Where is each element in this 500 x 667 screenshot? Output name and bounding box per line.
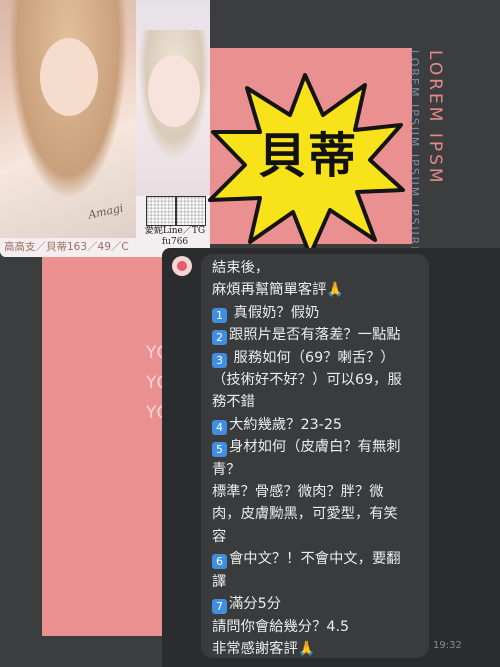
card-caption: 高高支／貝蒂163／49／C [0, 238, 136, 257]
sender-avatar[interactable] [172, 256, 192, 276]
heart-icon [177, 261, 187, 271]
message-line-text: 滿分5分 [229, 596, 281, 613]
message-line: 非常感謝客評🙏 [212, 638, 424, 660]
lorem-vertical-text: LOREM IPSM [425, 50, 445, 186]
message-line-text: 真假奶？假奶 [229, 304, 320, 321]
background-poster-lower [42, 244, 172, 636]
message-line: 容 [212, 526, 424, 548]
message-line: 肉，皮膚黝黑，可愛型，有笑 [212, 503, 424, 525]
contact-text: 愛妮Line／TG fu766 [144, 226, 206, 247]
message-line-text: 務不錯 [212, 394, 255, 411]
message-line: 4 大約幾歲？23-25 [212, 414, 424, 436]
profile-card[interactable]: Amagi 愛妮Line／TG fu766 高高支／貝蒂163／49／C [0, 0, 210, 257]
message-line: 5 身材如何（皮膚白？有無刺 [212, 436, 424, 458]
message-line: 3 服務如何（69？喇舌？） [212, 347, 424, 369]
message-line: 譯 [212, 571, 424, 593]
message-line-text: 容 [212, 528, 227, 545]
profile-photo-secondary [136, 0, 210, 196]
pray-emoji-icon: 🙏 [297, 640, 316, 657]
message-line-text: （技術好不好？）可以69，服 [212, 372, 402, 389]
number-badge-icon: 6 [212, 554, 227, 570]
number-badge-icon: 3 [212, 352, 227, 368]
message-line-text: 標準？骨感？微肉？胖？微 [212, 484, 384, 501]
message-line-text: 會中文？！不會中文，要翻 [229, 551, 401, 568]
telegram-qr-code-icon [176, 196, 206, 226]
message-line: 2 跟照片是否有落差？一點點 [212, 324, 424, 346]
card-contact: 愛妮Line／TG fu766 [142, 226, 208, 248]
message-line: 麻煩再幫簡單客評🙏 [212, 279, 424, 301]
message-line: 標準？骨感？微肉？胖？微 [212, 481, 424, 503]
message-line-text: 麻煩再幫簡單客評 [212, 282, 327, 299]
message-line-text: 跟照片是否有落差？一點點 [229, 327, 401, 344]
number-badge-icon: 7 [212, 599, 227, 615]
message-line: 請問你會給幾分？4.5 [212, 616, 424, 638]
message-line-text: 結束後， [212, 260, 270, 276]
message-text: 結束後， 麻煩再幫簡單客評🙏 1 真假奶？假奶 2 跟照片是否有落差？一點點 3 … [212, 257, 424, 660]
message-line: 務不錯 [212, 391, 424, 413]
message-line: （技術好不好？）可以69，服 [212, 369, 424, 391]
number-badge-icon: 4 [212, 419, 227, 435]
message-line-text: 身材如何（皮膚白？有無刺 [229, 439, 401, 456]
message-line-text: 請問你會給幾分？4.5 [212, 618, 350, 635]
message-line-text: 大約幾歲？23-25 [229, 416, 343, 433]
lorem-vertical-subtext: LOREM IPSUM IPSUM IPSURE [408, 50, 421, 256]
pray-emoji-icon: 🙏 [326, 282, 345, 299]
message-line: 6 會中文？！不會中文，要翻 [212, 548, 424, 570]
message-line: 7 滿分5分 [212, 593, 424, 615]
message-line-text: 服務如何（69？喇舌？） [229, 349, 395, 366]
message-line: 青？ [212, 459, 424, 481]
message-timestamp: 19:32 [433, 640, 462, 651]
line-qr-code-icon [146, 196, 176, 226]
message-line: 結束後， [212, 257, 424, 279]
number-badge-icon: 2 [212, 330, 227, 346]
message-line: 1 真假奶？假奶 [212, 302, 424, 324]
name-badge-text: 貝蒂 [258, 128, 359, 184]
message-line-text: 肉，皮膚黝黑，可愛型，有笑 [212, 506, 398, 523]
number-badge-icon: 1 [212, 307, 227, 323]
message-line-text: 非常感謝客評 [212, 640, 298, 657]
number-badge-icon: 5 [212, 442, 227, 458]
message-line-text: 青？ [212, 461, 241, 478]
message-line-text: 譯 [212, 573, 227, 590]
